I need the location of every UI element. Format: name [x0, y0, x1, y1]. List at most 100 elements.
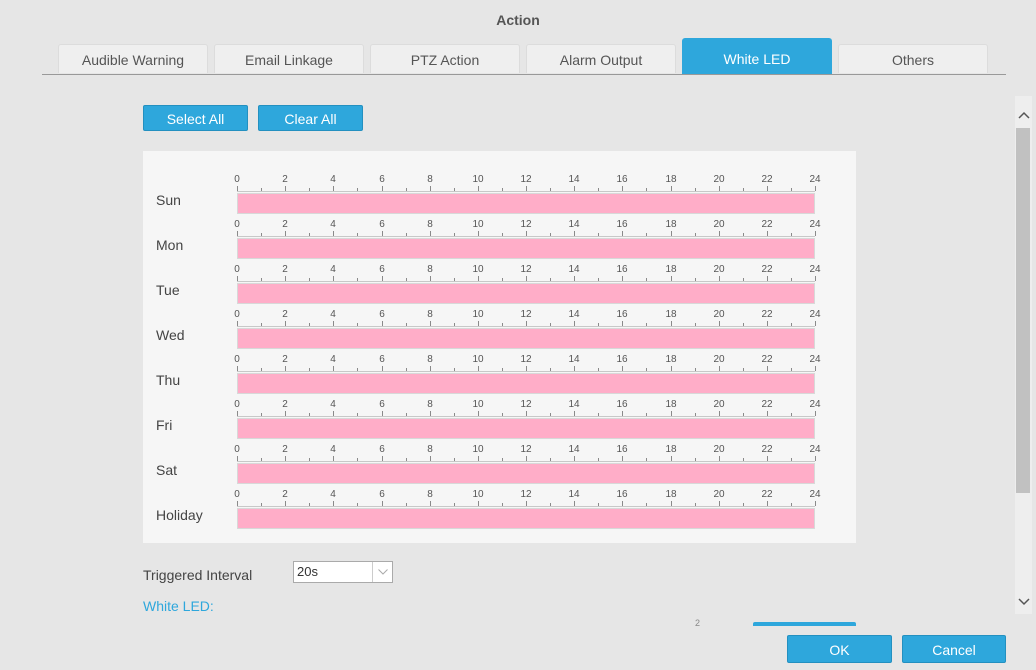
tab-others[interactable]: Others [838, 44, 988, 73]
ruler-tick [574, 321, 575, 326]
ruler-tick [574, 231, 575, 236]
ruler-tick [309, 458, 310, 461]
hour-label: 8 [427, 444, 433, 455]
hour-label: 6 [379, 489, 385, 500]
ruler-tick [309, 323, 310, 326]
ruler-tick [550, 323, 551, 326]
ruler-tick [333, 321, 334, 326]
chevron-down-icon [372, 562, 392, 582]
ruler-tick [309, 278, 310, 281]
hour-label: 20 [713, 444, 725, 455]
tab-white-led[interactable]: White LED [682, 38, 832, 74]
ok-button[interactable]: OK [787, 635, 892, 663]
hour-label: 12 [520, 174, 532, 185]
hour-label: 24 [809, 354, 821, 365]
hour-label: 14 [568, 174, 580, 185]
ruler-tick [598, 413, 599, 416]
schedule-row: Tue 0 2 4 6 8 10 12 14 16 18 20 22 24 [143, 248, 856, 304]
tab-alarm-output[interactable]: Alarm Output [526, 44, 676, 73]
hour-label: 18 [665, 309, 677, 320]
hour-label: 16 [616, 219, 628, 230]
ruler-tick [333, 501, 334, 506]
hour-label: 4 [330, 309, 336, 320]
hour-label: 12 [520, 309, 532, 320]
ruler-tick [767, 231, 768, 236]
ruler-tick [550, 413, 551, 416]
hour-label: 24 [809, 399, 821, 410]
hour-label: 24 [809, 219, 821, 230]
triggered-interval-select[interactable]: 20s [293, 561, 393, 583]
ruler-tick [261, 458, 262, 461]
ruler-tick [502, 413, 503, 416]
ruler-tick [382, 501, 383, 506]
tab-bar: Audible Warning Email Linkage PTZ Action… [42, 38, 1006, 75]
hour-label: 18 [665, 264, 677, 275]
ruler-tick [719, 231, 720, 236]
hour-label: 14 [568, 399, 580, 410]
time-ruler: 0 2 4 6 8 10 12 14 16 18 20 22 24 [234, 354, 821, 372]
ruler-tick [237, 321, 238, 326]
hour-label: 12 [520, 444, 532, 455]
ruler-tick [502, 188, 503, 191]
hour-label: 18 [665, 354, 677, 365]
ruler-tick [598, 458, 599, 461]
hour-label: 2 [282, 309, 288, 320]
ruler-tick [695, 323, 696, 326]
chevron-up-icon[interactable] [1015, 106, 1032, 124]
ruler-tick [743, 458, 744, 461]
vertical-scrollbar[interactable] [1015, 96, 1032, 614]
ruler-tick [671, 456, 672, 461]
hour-label: 8 [427, 219, 433, 230]
hour-label: 8 [427, 174, 433, 185]
hour-label: 16 [616, 264, 628, 275]
ruler-tick [430, 231, 431, 236]
ruler-tick [430, 276, 431, 281]
hour-label: 6 [379, 309, 385, 320]
tab-audible-warning[interactable]: Audible Warning [58, 44, 208, 73]
hour-label: 0 [234, 444, 240, 455]
ruler-tick [478, 366, 479, 371]
hour-label: 22 [761, 264, 773, 275]
ruler-tick [550, 233, 551, 236]
cancel-button[interactable]: Cancel [902, 635, 1006, 663]
hour-label: 4 [330, 219, 336, 230]
ruler-tick [454, 368, 455, 371]
ruler-tick [357, 458, 358, 461]
hour-label: 2 [282, 174, 288, 185]
ruler-tick [719, 276, 720, 281]
hour-label: 22 [761, 444, 773, 455]
ruler-tick [695, 413, 696, 416]
clear-all-button[interactable]: Clear All [258, 105, 363, 131]
hour-label: 22 [761, 309, 773, 320]
ruler-tick [743, 503, 744, 506]
ruler-tick [406, 278, 407, 281]
scrollbar-thumb[interactable] [1016, 128, 1030, 493]
time-ruler: 0 2 4 6 8 10 12 14 16 18 20 22 24 [234, 264, 821, 282]
ruler-tick [285, 456, 286, 461]
ruler-tick [767, 276, 768, 281]
ruler-tick [382, 321, 383, 326]
hour-label: 18 [665, 399, 677, 410]
ruler-tick [646, 323, 647, 326]
schedule-bar[interactable] [237, 508, 815, 529]
hour-label: 24 [809, 174, 821, 185]
chevron-down-icon[interactable] [1015, 593, 1032, 611]
hour-label: 14 [568, 354, 580, 365]
tab-email-linkage[interactable]: Email Linkage [214, 44, 364, 73]
ruler-tick [333, 366, 334, 371]
ruler-tick [815, 411, 816, 416]
tab-ptz-action[interactable]: PTZ Action [370, 44, 520, 73]
hour-label: 4 [330, 264, 336, 275]
ruler-tick [478, 231, 479, 236]
active-time-range [238, 509, 814, 528]
ruler-tick [382, 186, 383, 191]
ruler-tick [791, 413, 792, 416]
schedule-row: Thu 0 2 4 6 8 10 12 14 16 18 20 22 24 [143, 338, 856, 394]
hour-label: 18 [665, 489, 677, 500]
hour-label: 24 [809, 309, 821, 320]
ruler-tick [406, 188, 407, 191]
ruler-tick [237, 186, 238, 191]
ruler-tick [526, 456, 527, 461]
ruler-tick [309, 503, 310, 506]
select-all-button[interactable]: Select All [143, 105, 248, 131]
